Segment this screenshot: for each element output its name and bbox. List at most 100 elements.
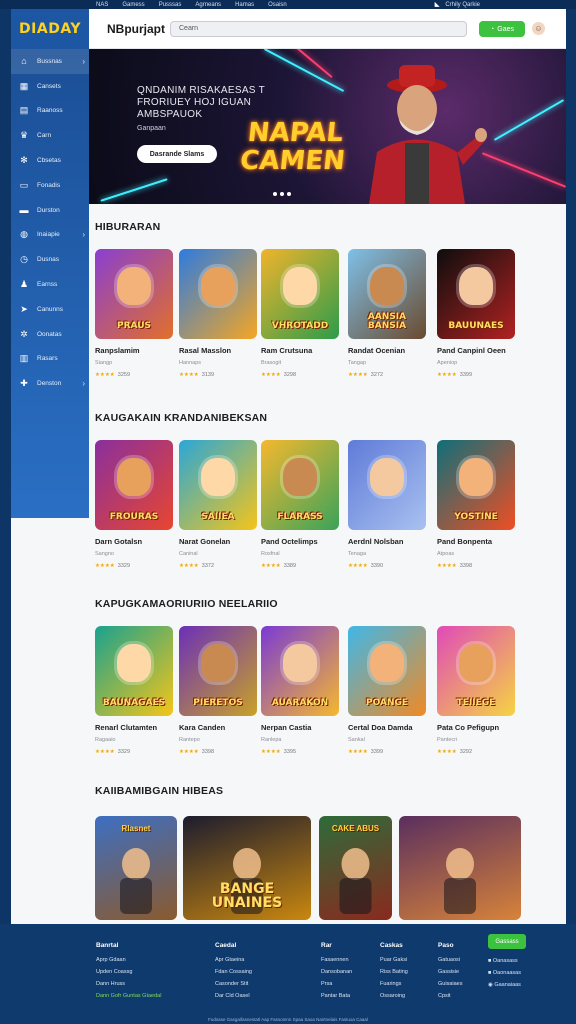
sidebar-item[interactable]: ➤ Canunns — [11, 297, 89, 322]
sidebar-item[interactable]: ✻ Cbsetas — [11, 148, 89, 173]
sidebar-item[interactable]: ✲ Oonatas — [11, 322, 89, 347]
topbar-link[interactable]: Pusssas — [159, 2, 182, 8]
game-card[interactable]: FLARASS Pand Octelimps Rosfnal ★★★★ 3389 — [261, 440, 339, 569]
rating-count: 3298 — [283, 372, 297, 378]
game-thumbnail[interactable]: AUARAKON — [261, 626, 339, 716]
carousel-dot[interactable] — [273, 192, 277, 196]
game-thumbnail[interactable]: YOSTINE — [437, 440, 515, 530]
game-thumbnail[interactable]: BAUUNAES — [437, 249, 515, 339]
footer-link[interactable]: Apr Gtaeina — [215, 954, 252, 966]
stars-icon: ★★★★ — [437, 372, 457, 378]
site-logo[interactable]: DIADAY — [11, 9, 89, 49]
sidebar-item[interactable]: ▦ Cansets — [11, 74, 89, 99]
game-thumbnail[interactable]: PRAUS — [95, 249, 173, 339]
carousel-dots[interactable] — [273, 192, 291, 196]
topbar-link[interactable]: Gamess — [122, 2, 144, 8]
carousel-dot[interactable] — [287, 192, 291, 196]
footer-link[interactable]: Dansobanan — [321, 966, 352, 978]
game-thumbnail[interactable]: TEIIEGE — [437, 626, 515, 716]
footer-link[interactable]: Fasaennen — [321, 954, 352, 966]
rating-count: 3329 — [117, 749, 131, 755]
topbar-right-label[interactable]: Crhily Qarkie — [445, 2, 480, 8]
game-card[interactable]: SAIIEA Narat Gonelan Caninal ★★★★ 3372 — [179, 440, 257, 569]
footer-link[interactable]: Fuarings — [380, 978, 408, 990]
sidebar-item[interactable]: ✚ Denston › — [11, 371, 89, 396]
login-button[interactable]: ◔ Gaes — [479, 21, 525, 37]
game-rating: ★★★★ 3398 — [437, 563, 515, 569]
footer-link[interactable]: Riss Bating — [380, 966, 408, 978]
footer-link[interactable]: Puar Gaksi — [380, 954, 408, 966]
footer-link[interactable]: Ossaroing — [380, 990, 408, 1002]
featured-game-tile[interactable]: CAKE ABUS — [319, 816, 392, 920]
game-card[interactable]: AUARAKON Nerpan Castia Ranlepa ★★★★ 3395 — [261, 626, 339, 755]
footer-link[interactable]: Upden Coassg — [96, 966, 161, 978]
game-card[interactable]: POANGE Certal Doa Damda Sankal ★★★★ 3399 — [348, 626, 426, 755]
hero-game-title: NAPAL CAMEN — [238, 118, 347, 176]
game-thumbnail[interactable]: AANSIA BANSIA — [348, 249, 426, 339]
footer-link[interactable]: Gassisie — [438, 966, 462, 978]
game-thumbnail[interactable] — [348, 440, 426, 530]
footer-link[interactable]: Prsa — [321, 978, 352, 990]
light-beam — [493, 99, 565, 141]
stars-icon: ★★★★ — [348, 372, 368, 378]
sidebar-item[interactable]: ♛ Carn — [11, 123, 89, 148]
sidebar-item[interactable]: ▤ Raanoss — [11, 99, 89, 124]
footer-button[interactable]: Gassass — [488, 934, 526, 949]
game-card[interactable]: BAUNAGAES Renarl Clutamten Ragaaio ★★★★ 332… — [95, 626, 173, 755]
game-thumbnail[interactable]: POANGE — [348, 626, 426, 716]
game-card[interactable]: VHROTADD Ram Crutsuna Brasogit ★★★★ 3298 — [261, 249, 339, 378]
featured-game-tile[interactable]: Rlasnet — [95, 816, 177, 920]
game-card[interactable]: TEIIEGE Pata Co Pefigupn Pantecri ★★★★ 3292 — [437, 626, 515, 755]
game-thumbnail[interactable]: VHROTADD — [261, 249, 339, 339]
game-card[interactable]: YOSTINE Pand Bonpenta Atpoas ★★★★ 3398 — [437, 440, 515, 569]
footer-link[interactable]: Aprp Gdaan — [96, 954, 161, 966]
sidebar-item[interactable]: ◍ Inaiapie › — [11, 223, 89, 248]
sidebar-item[interactable]: ◷ Dusnas — [11, 247, 89, 272]
game-card[interactable]: Aerdnl Nolsban Tenaga ★★★★ 3390 — [348, 440, 426, 569]
topbar-link[interactable]: Agrneans — [195, 2, 221, 8]
featured-game-tile[interactable] — [399, 816, 521, 920]
user-avatar-icon[interactable]: ☺ — [532, 22, 545, 35]
game-thumbnail[interactable]: FLARASS — [261, 440, 339, 530]
hero-banner[interactable]: QNDANIM RISAKAESAS T FRORIUEY HOJ IGUAN … — [89, 49, 566, 204]
footer-side-item[interactable]: ■ Oaonaasas — [488, 967, 521, 979]
topbar-link[interactable]: NAS — [96, 2, 108, 8]
footer-side-item[interactable]: ◉ Gaanaiaas — [488, 979, 521, 991]
footer-link[interactable]: Casonder Stit — [215, 978, 252, 990]
footer-link[interactable]: Guisaiaes — [438, 978, 462, 990]
sidebar-item[interactable]: ▥ Rasars — [11, 347, 89, 372]
footer-side-item[interactable]: ■ Oanasass — [488, 955, 521, 967]
character-art — [120, 848, 152, 914]
carousel-dot[interactable] — [280, 192, 284, 196]
game-thumbnail[interactable]: BAUNAGAES — [95, 626, 173, 716]
footer-link[interactable]: Gatuaosi — [438, 954, 462, 966]
game-thumbnail[interactable]: SAIIEA — [179, 440, 257, 530]
sidebar-item-label: Inaiapie — [37, 231, 60, 239]
footer-link[interactable]: Fdan Cossaing — [215, 966, 252, 978]
sidebar-item[interactable]: ⌂ Bussnas › — [11, 49, 89, 74]
game-card[interactable]: BAUUNAES Pand Canpinl Oeen Apeniop ★★★★ 339… — [437, 249, 515, 378]
game-card[interactable]: AANSIA BANSIA Randat Ocenian Tangap ★★★★ 32… — [348, 249, 426, 378]
game-card[interactable]: Rasal Masslon Hannaps ★★★★ 3139 — [179, 249, 257, 378]
footer-link[interactable]: Cpsit — [438, 990, 462, 1002]
footer-link[interactable]: Dann Gofr Guntas Gtaedal — [96, 990, 161, 1002]
footer-link[interactable]: Dar Cld Oasel — [215, 990, 252, 1002]
sidebar-item[interactable]: ♟ Earnss — [11, 272, 89, 297]
hero-headline: QNDANIM RISAKAESAS T FRORIUEY HOJ IGUAN … — [137, 85, 265, 120]
game-card[interactable]: PIERETOS Kara Canden Rantepo ★★★★ 3398 — [179, 626, 257, 755]
game-thumbnail[interactable]: FROURAS — [95, 440, 173, 530]
footer-link[interactable]: Dann Hruss — [96, 978, 161, 990]
topbar-link[interactable]: Osaisn — [268, 2, 287, 8]
game-thumbnail[interactable]: PIERETOS — [179, 626, 257, 716]
footer-link[interactable]: Pantar Bata — [321, 990, 352, 1002]
hero-cta-button[interactable]: Dasrande Slams — [137, 145, 217, 163]
topbar-link[interactable]: Hamas — [235, 2, 254, 8]
game-thumbnail[interactable] — [179, 249, 257, 339]
social-icon[interactable]: ◣ — [435, 1, 440, 8]
game-card[interactable]: PRAUS Ranpslamim Siangp ★★★★ 3259 — [95, 249, 173, 378]
game-card[interactable]: FROURAS Darn Gotalsn Sangno ★★★★ 3329 — [95, 440, 173, 569]
sidebar-item[interactable]: ▬ Durston — [11, 198, 89, 223]
sidebar-item[interactable]: ▭ Fonadis — [11, 173, 89, 198]
search-input[interactable]: Cearn — [170, 21, 467, 37]
featured-game-tile[interactable]: BANGE UNAINES — [183, 816, 311, 920]
